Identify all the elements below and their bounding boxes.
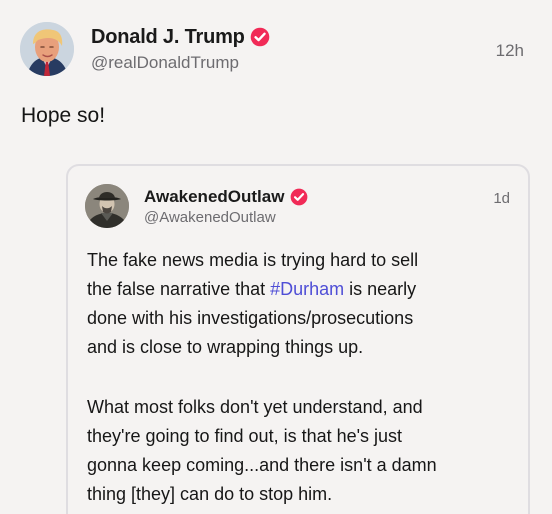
quoted-post-text-segment: is nearly <box>344 279 417 299</box>
quoted-post-paragraph-2: What most folks don't yet understand, an… <box>87 393 517 509</box>
quoted-author-display-name[interactable]: AwakenedOutlaw <box>144 187 284 207</box>
author-handle[interactable]: @realDonaldTrump <box>91 53 270 73</box>
quoted-post-card[interactable]: AwakenedOutlaw @AwakenedOutlaw 1d The fa… <box>66 164 530 514</box>
quoted-author-avatar-image <box>85 184 129 228</box>
quoted-post-line: they're going to find out, is that he's … <box>87 426 403 446</box>
quoted-post-text: The fake news media is trying hard to se… <box>87 246 517 509</box>
quoted-author-avatar[interactable] <box>85 184 129 228</box>
quoted-post-line: the false narrative that #Durham is near… <box>87 275 517 304</box>
quoted-author-name-row: AwakenedOutlaw <box>144 186 308 207</box>
verified-badge-icon <box>250 27 269 47</box>
author-info: Donald J. Trump @realDonaldTrump <box>91 25 270 73</box>
quoted-post-paragraph-1: The fake news media is trying hard to se… <box>87 246 517 362</box>
post-text: Hope so! <box>21 104 106 127</box>
post-header: Donald J. Trump @realDonaldTrump <box>20 22 270 76</box>
verified-badge-icon <box>291 188 308 205</box>
author-avatar-image <box>20 22 74 76</box>
quoted-post-line: gonna keep coming...and there isn't a da… <box>87 455 437 475</box>
truth-social-post: Donald J. Trump @realDonaldTrump 12h Hop… <box>0 0 552 514</box>
post-timestamp[interactable]: 12h <box>496 41 524 61</box>
quoted-post-line: done with his investigations/prosecution… <box>87 308 414 328</box>
quoted-post-line: The fake news media is trying hard to se… <box>87 250 419 270</box>
author-display-name[interactable]: Donald J. Trump <box>91 26 245 49</box>
quoted-post-line: and is close to wrapping things up. <box>87 337 364 357</box>
quoted-author-info: AwakenedOutlaw @AwakenedOutlaw <box>144 186 308 226</box>
quoted-post-timestamp[interactable]: 1d <box>493 190 510 207</box>
quoted-post-line: What most folks don't yet understand, an… <box>87 397 423 417</box>
quoted-author-handle[interactable]: @AwakenedOutlaw <box>144 209 308 226</box>
quoted-post-line: thing [they] can do to stop him. <box>87 484 333 504</box>
author-name-row: Donald J. Trump <box>91 25 270 49</box>
quoted-post-text-segment: the false narrative that <box>87 279 271 299</box>
author-avatar[interactable] <box>20 22 74 76</box>
hashtag-link[interactable]: #Durham <box>270 279 344 299</box>
quoted-post-header: AwakenedOutlaw @AwakenedOutlaw <box>85 184 308 228</box>
